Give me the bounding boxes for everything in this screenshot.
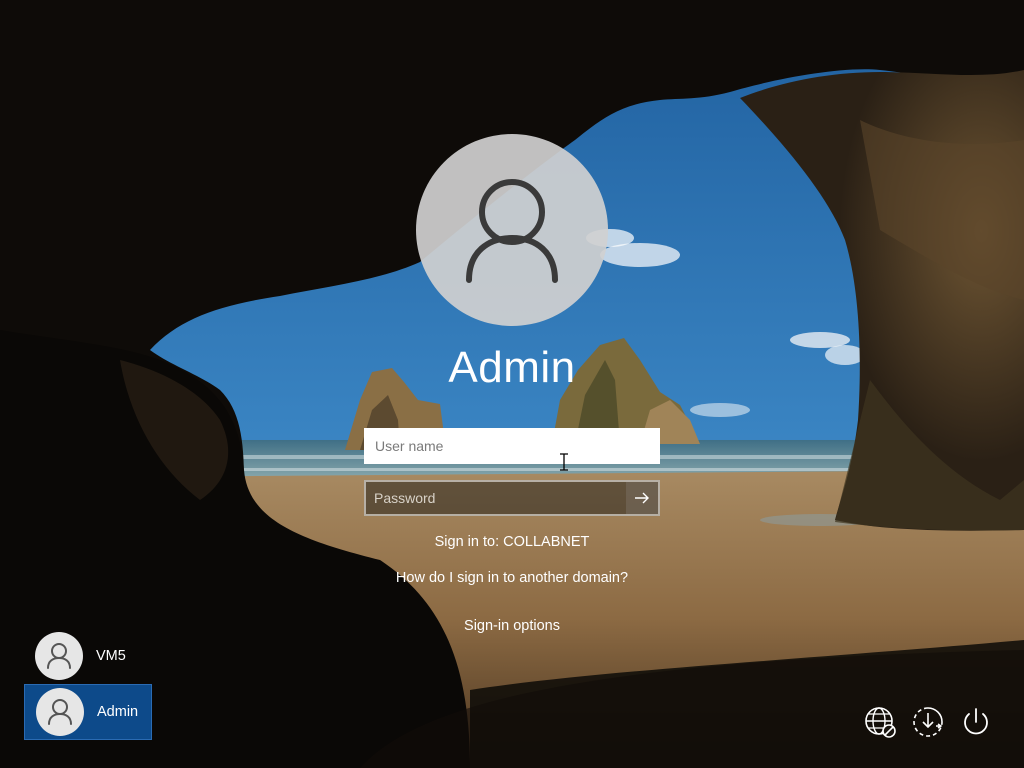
avatar <box>35 632 83 680</box>
password-input[interactable] <box>366 482 628 514</box>
another-domain-link[interactable]: How do I sign in to another domain? <box>312 570 712 586</box>
sign-in-domain-text: Sign in to: COLLABNET <box>434 534 590 550</box>
user-avatar <box>416 134 608 326</box>
power-icon[interactable] <box>958 704 994 740</box>
submit-button[interactable] <box>626 482 658 514</box>
user-tile-vm5[interactable]: VM5 <box>24 628 152 684</box>
user-tile-admin[interactable]: Admin <box>24 684 152 740</box>
arrow-right-icon <box>635 492 649 504</box>
ease-of-access-icon[interactable] <box>910 704 946 740</box>
network-icon[interactable] <box>862 704 898 740</box>
user-display-name: Admin <box>448 343 576 392</box>
password-field[interactable] <box>364 480 660 516</box>
lock-screen: Admin Sign in to: COLLABNET How do I sig… <box>0 0 1024 768</box>
username-input[interactable] <box>364 428 660 464</box>
user-icon <box>466 179 558 283</box>
user-tile-label: VM5 <box>96 648 126 664</box>
user-tile-label: Admin <box>97 704 139 720</box>
user-icon <box>47 643 71 669</box>
sign-in-options-link[interactable]: Sign-in options <box>312 618 712 634</box>
avatar <box>36 688 84 736</box>
text-cursor-icon <box>560 453 568 471</box>
user-icon <box>48 699 72 725</box>
